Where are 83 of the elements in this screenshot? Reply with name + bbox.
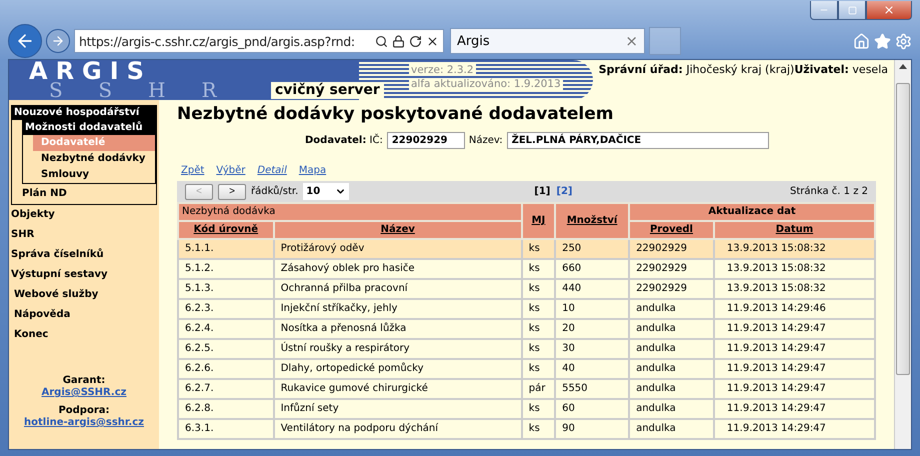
menu-heading[interactable]: Možnosti dodavatelů (23, 121, 155, 135)
table-row[interactable]: 6.2.4. Nosítka a přenosná lůžka ks 20 andulka 11.9.2013 14:29:47 (178, 319, 875, 339)
email-link[interactable]: Argis@SSHR.cz (42, 387, 126, 399)
address-text: https://argis-c.sshr.cz/argis_pnd/argis.asp?rnd: (79, 34, 356, 48)
column-header[interactable]: Kód úrovně (178, 221, 274, 239)
settings-icon[interactable] (895, 32, 912, 50)
table-row[interactable]: 5.1.2. Zásahový oblek pro hasiče ks 660 22902929 13.9.2013 15:08:32 (178, 259, 875, 279)
search-icon[interactable] (375, 34, 388, 48)
minimize-button[interactable] (810, 1, 838, 20)
scroll-thumb[interactable] (896, 83, 910, 375)
menu-item[interactable]: SHR (11, 225, 157, 245)
contact-label: Podpora: (58, 405, 110, 417)
version-text: verze: 2.3.2 (409, 64, 476, 76)
star-icon[interactable] (874, 32, 891, 50)
table-row[interactable]: 5.1.1. Protižárový oděv ks 250 22902929 13.9.2013 15:08:32 (178, 239, 875, 259)
nav-link[interactable]: Výběr (216, 165, 246, 176)
name-label: Název: (468, 135, 503, 146)
close-icon (883, 4, 895, 16)
table-cell: andulka (629, 419, 714, 439)
name-field[interactable]: ŽEL.PLNÁ PÁRY,DAČICE (506, 132, 769, 149)
scroll-up-icon[interactable] (899, 64, 907, 69)
menu-item[interactable]: Nezbytné dodávky (33, 151, 155, 167)
menu-item[interactable]: Výstupní sestavy (11, 265, 157, 285)
table-cell: 11.9.2013 14:29:47 (714, 419, 875, 439)
logo-text: ARGIS (29, 60, 152, 82)
logo-watermark: SSHR (49, 82, 253, 99)
maximize-button[interactable] (838, 1, 866, 20)
table-cell: Ventilátory na podporu dýchání (274, 419, 522, 439)
table-cell: ks (522, 419, 556, 439)
menu-item[interactable]: Webové služby (11, 285, 157, 305)
table-row[interactable]: 6.2.3. Injekční stříkačky, jehly ks 10 andulka 11.9.2013 14:29:46 (178, 299, 875, 319)
menu-item[interactable]: Objekty (11, 205, 157, 225)
nav-link[interactable]: Mapa (298, 165, 326, 176)
table-row[interactable]: 6.2.6. Dlahy, ortopedické pomůcky ks 40 andulka 11.9.2013 14:29:47 (178, 359, 875, 379)
lock-icon (392, 34, 405, 48)
tab-close-icon[interactable]: × (625, 32, 638, 50)
next-page-button[interactable]: > (218, 184, 246, 200)
page-info: Stránka č. 1 z 2 (790, 186, 868, 197)
forward-arrow-icon (51, 34, 65, 48)
page-link[interactable]: [1] (534, 186, 550, 197)
supplier-ic-label: Dodavatel: IČ: (305, 135, 383, 146)
ic-field[interactable]: 22902929 (386, 132, 465, 149)
menu-item[interactable]: Plán ND (12, 184, 156, 204)
browser-tab[interactable]: Argis × (450, 28, 645, 54)
refresh-icon[interactable] (409, 34, 422, 48)
rows-per-page-label: řádků/str. (251, 186, 298, 197)
close-button[interactable] (866, 1, 912, 20)
table-row[interactable]: 6.2.5. Ústní roušky a respirátory ks 30 andulka 11.9.2013 14:29:47 (178, 339, 875, 359)
nav-link[interactable]: Zpět (181, 165, 204, 176)
maximize-icon (848, 6, 856, 14)
table-cell: 6.3.1. (178, 419, 274, 439)
page-title: Nezbytné dodávky poskytované dodavatelem (177, 104, 614, 124)
stop-icon[interactable] (426, 34, 439, 48)
updated-text: alfa aktualizováno: 1.9.2013 (409, 78, 563, 90)
table-row[interactable]: 6.3.1. Ventilátory na podporu dýchání ks 90 andulka 11.9.2013 14:29:47 (178, 419, 875, 439)
contact-label: Garant: (62, 375, 106, 387)
column-header[interactable]: MJ (522, 203, 556, 239)
group-header: Nezbytná dodávka (178, 203, 522, 221)
home-icon[interactable] (853, 32, 870, 50)
address-bar[interactable]: https://argis-c.sshr.cz/argis_pnd/argis.asp?rnd: (74, 29, 444, 53)
menu-item[interactable]: Správa číselníků (11, 245, 157, 265)
column-header[interactable]: Název (274, 221, 522, 239)
menu-item[interactable]: Nápověda (11, 305, 157, 325)
table-cell: 90 (555, 419, 630, 439)
menu-heading[interactable]: Nouzové hospodářství (12, 106, 156, 120)
table-row[interactable]: 6.2.8. Infůzní sety ks 60 andulka 11.9.2013 14:29:47 (178, 399, 875, 419)
page-link[interactable]: [2] (556, 186, 572, 197)
menu-item[interactable]: Konec (11, 325, 157, 345)
rows-per-page-select[interactable]: 10 (303, 183, 350, 200)
nav-link[interactable]: Detail (257, 165, 287, 176)
menu-item[interactable]: Smlouvy (33, 167, 155, 183)
scrollbar[interactable] (894, 60, 911, 449)
column-header[interactable]: Datum (714, 221, 875, 239)
forward-button[interactable] (46, 29, 70, 53)
back-button[interactable] (8, 24, 42, 58)
table-row[interactable]: 5.1.3. Ochranná přilba pracovní ks 440 22902929 13.9.2013 15:08:32 (178, 279, 875, 299)
email-link[interactable]: hotline-argis@sshr.cz (24, 417, 144, 429)
table-row[interactable]: 6.2.7. Rukavice gumové chirurgické pár 5550 andulka 11.9.2013 14:29:47 (178, 379, 875, 399)
column-header[interactable]: Množství (555, 203, 630, 239)
server-label: cvičný server (271, 82, 384, 99)
office-user-text: Správní úřad: Jihočeský kraj (kraj)Uživatel: vesela (598, 62, 889, 78)
group-header: Aktualizace dat (629, 203, 875, 221)
column-header[interactable]: Provedl (629, 221, 714, 239)
